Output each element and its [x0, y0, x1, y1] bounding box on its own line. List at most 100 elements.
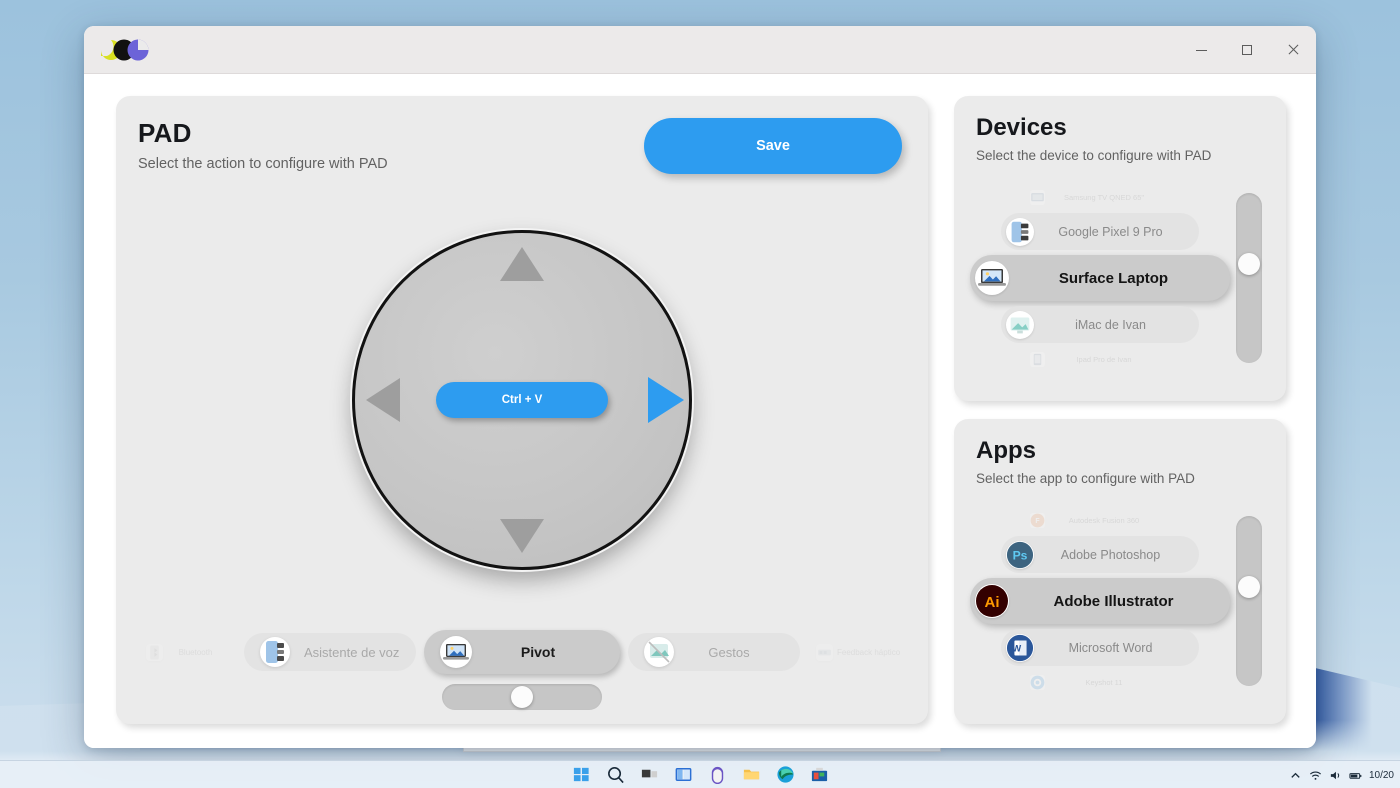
dial-area: Ctrl + V	[138, 174, 906, 626]
action-item-gestos[interactable]: Gestos	[628, 633, 800, 671]
desktop: PAD Select the action to configure with …	[0, 0, 1400, 788]
fusion360-icon: F	[1030, 513, 1045, 528]
action-label: Bluetooth	[163, 648, 228, 657]
start-icon[interactable]	[572, 765, 591, 784]
slider-thumb[interactable]	[1238, 576, 1260, 598]
action-item-feedback-haptico[interactable]: Feedback háptico	[808, 633, 906, 671]
save-button[interactable]: Save	[644, 118, 902, 174]
apps-title: Apps	[976, 437, 1266, 465]
maximize-icon	[1242, 45, 1252, 55]
page-title: PAD	[138, 118, 388, 149]
taskbar: 10/20	[0, 760, 1400, 788]
action-item-pivot[interactable]: Pivot	[424, 630, 620, 674]
tablet-icon	[1030, 352, 1045, 367]
dial-center-shortcut-button[interactable]: Ctrl + V	[436, 382, 608, 418]
device-item-samsung-tv[interactable]: Samsung TV QNED 65"	[1025, 186, 1175, 208]
app-item-autodesk-fusion-360[interactable]: F Autodesk Fusion 360	[1025, 509, 1175, 531]
wifi-icon[interactable]	[1309, 769, 1322, 782]
device-item-imac-de-ivan[interactable]: iMac de Ivan	[1001, 306, 1199, 343]
maximize-button[interactable]	[1224, 26, 1270, 74]
laptop-icon	[440, 636, 472, 668]
app-item-microsoft-word[interactable]: W Microsoft Word	[1001, 629, 1199, 666]
action-item-bluetooth[interactable]: Bluetooth	[138, 633, 236, 671]
apps-scroll-slider[interactable]	[1236, 516, 1262, 686]
device-item-surface-laptop[interactable]: Surface Laptop	[970, 255, 1230, 301]
chevron-up-icon[interactable]	[1289, 769, 1302, 782]
task-view-icon[interactable]	[640, 765, 659, 784]
pad-titles: PAD Select the action to configure with …	[138, 118, 388, 172]
taskbar-system-tray: 10/20	[1289, 761, 1394, 788]
taskbar-icons	[572, 765, 829, 784]
teams-icon[interactable]	[708, 765, 727, 784]
devices-title: Devices	[976, 114, 1266, 142]
action-item-asistente-de-voz[interactable]: Asistente de voz	[244, 633, 416, 671]
minimize-icon	[1196, 50, 1207, 51]
haptic-icon	[816, 644, 833, 661]
device-label: Ipad Pro de Ivan	[1045, 355, 1171, 364]
page-subtitle: Select the action to configure with PAD	[138, 156, 388, 172]
app-window: PAD Select the action to configure with …	[84, 26, 1316, 748]
widgets-icon[interactable]	[674, 765, 693, 784]
app-label: Keyshot 11	[1045, 678, 1171, 687]
device-label: Samsung TV QNED 65"	[1045, 193, 1171, 202]
word-icon: W	[1006, 634, 1034, 662]
app-item-adobe-photoshop[interactable]: Ps Adobe Photoshop	[1001, 536, 1199, 573]
svg-text:F: F	[1035, 518, 1039, 525]
pad-header: PAD Select the action to configure with …	[138, 118, 906, 174]
devices-scroll-slider[interactable]	[1236, 193, 1262, 363]
search-icon[interactable]	[606, 765, 625, 784]
store-icon[interactable]	[810, 765, 829, 784]
dial-arrow-down-icon[interactable]	[500, 519, 544, 553]
voice-assistant-icon	[260, 637, 290, 667]
dial-arrow-right-icon[interactable]	[648, 377, 684, 423]
svg-text:W: W	[1012, 643, 1021, 653]
device-item-ipad-pro-de-ivan[interactable]: Ipad Pro de Ivan	[1025, 348, 1175, 370]
volume-icon[interactable]	[1329, 769, 1342, 782]
apps-picker: F Autodesk Fusion 360 Ps Adobe Photoshop	[976, 492, 1266, 710]
apps-list: F Autodesk Fusion 360 Ps Adobe Photoshop	[976, 492, 1224, 710]
app-label: Autodesk Fusion 360	[1045, 516, 1171, 525]
slider-thumb[interactable]	[1238, 253, 1260, 275]
dial-arrow-left-icon[interactable]	[366, 378, 400, 422]
app-item-keyshot-11[interactable]: Keyshot 11	[1025, 671, 1175, 693]
window-controls	[1178, 26, 1316, 74]
edge-icon[interactable]	[776, 765, 795, 784]
photoshop-icon: Ps	[1006, 541, 1034, 569]
device-item-google-pixel-9-pro[interactable]: Google Pixel 9 Pro	[1001, 213, 1199, 250]
devices-list: Samsung TV QNED 65" Google Pixel 9 Pro	[976, 169, 1224, 387]
title-bar	[84, 26, 1316, 74]
close-icon	[1287, 44, 1299, 56]
action-strip: Bluetooth Asistente de voz Pivot	[138, 630, 906, 674]
slider-thumb[interactable]	[511, 686, 533, 708]
battery-icon[interactable]	[1349, 769, 1362, 782]
keyshot-icon	[1030, 675, 1045, 690]
app-label: Adobe Photoshop	[1034, 548, 1195, 562]
clock[interactable]: 10/20	[1369, 770, 1394, 781]
window-body: PAD Select the action to configure with …	[84, 74, 1316, 748]
app-label: Microsoft Word	[1034, 641, 1195, 655]
device-label: iMac de Ivan	[1034, 318, 1195, 332]
pad-logo-icon	[98, 37, 154, 63]
action-carousel-slider[interactable]	[442, 684, 602, 710]
pad-dial[interactable]: Ctrl + V	[352, 230, 692, 570]
illustrator-icon: Ai	[975, 584, 1009, 618]
apps-panel: Apps Select the app to configure with PA…	[954, 419, 1286, 724]
file-explorer-icon[interactable]	[742, 765, 761, 784]
device-label: Surface Laptop	[1009, 270, 1226, 287]
app-label: Adobe Illustrator	[1009, 593, 1226, 610]
phone-icon	[1006, 218, 1034, 246]
laptop-icon	[975, 261, 1009, 295]
close-button[interactable]	[1270, 26, 1316, 74]
devices-picker: Samsung TV QNED 65" Google Pixel 9 Pro	[976, 169, 1266, 387]
action-label: Pivot	[472, 644, 604, 660]
gestures-icon	[644, 637, 674, 667]
dial-arrow-up-icon[interactable]	[500, 247, 544, 281]
devices-subtitle: Select the device to configure with PAD	[976, 148, 1266, 163]
pad-panel: PAD Select the action to configure with …	[116, 96, 928, 724]
device-label: Google Pixel 9 Pro	[1034, 225, 1195, 239]
app-item-adobe-illustrator[interactable]: Ai Adobe Illustrator	[970, 578, 1230, 624]
svg-text:Ps: Ps	[1013, 548, 1028, 562]
minimize-button[interactable]	[1178, 26, 1224, 74]
svg-text:Ai: Ai	[985, 594, 1000, 611]
tv-icon	[1030, 190, 1045, 205]
